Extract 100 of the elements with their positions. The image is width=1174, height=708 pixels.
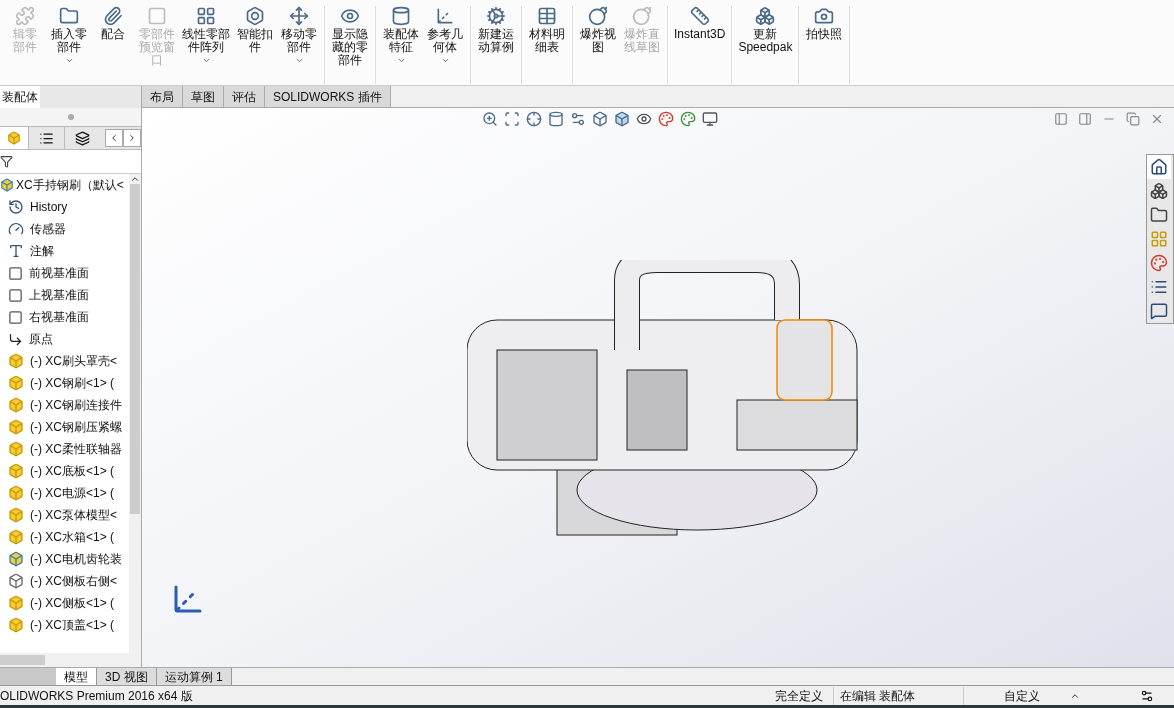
tree-item[interactable]: 右视基准面 <box>29 308 89 326</box>
zoom-to-fit-icon[interactable] <box>482 111 498 127</box>
ribbon-button[interactable]: 拍快照 <box>802 6 847 41</box>
tree-item[interactable]: (-) XC电源<1> ( <box>30 484 114 502</box>
part-icon <box>8 419 24 435</box>
part-icon <box>8 485 24 501</box>
tree-item[interactable]: (-) XC电机齿轮装 <box>30 550 122 568</box>
bomb-icon <box>588 6 608 26</box>
bottom-tab[interactable]: 3D 视图 <box>97 668 157 685</box>
tree-item[interactable]: (-) XC底板<1> ( <box>30 462 114 480</box>
tree-root[interactable]: XC手持钢刷（默认< <box>16 176 124 194</box>
ribbon-button[interactable]: 爆炸视图 <box>576 6 620 54</box>
puzzle-icon <box>15 6 35 26</box>
list-icon <box>39 130 54 146</box>
bottom-tab[interactable]: 模型 <box>56 668 97 685</box>
bomb-icon <box>632 6 652 26</box>
tree-item[interactable]: (-) XC水箱<1> ( <box>30 528 114 546</box>
tree-item[interactable]: (-) XC刷头罩壳< <box>30 352 117 370</box>
part-icon <box>8 617 24 633</box>
paperclip-icon <box>103 6 123 26</box>
assembly-icon <box>8 551 24 567</box>
origin-icon <box>8 331 23 347</box>
restore-icon[interactable] <box>1126 112 1140 126</box>
appearance-icon[interactable] <box>658 111 674 127</box>
boxes-icon <box>755 6 776 26</box>
ribbon-button[interactable]: 插入零部件 <box>47 6 91 65</box>
scene-icon[interactable] <box>680 111 696 127</box>
bottom-tab[interactable]: 运动算例 1 <box>156 668 232 685</box>
display-style-icon[interactable] <box>614 111 630 127</box>
product-name: OLIDWORKS Premium 2016 x64 版 <box>0 687 193 705</box>
ribbon-button[interactable]: 显示隐藏的零部件 <box>328 6 372 67</box>
splitter-handle[interactable] <box>67 114 74 120</box>
sensor-folder-icon <box>8 221 24 237</box>
annotation-folder-icon <box>8 243 24 259</box>
layers-icon <box>75 130 90 146</box>
tree-item[interactable]: (-) XC顶盖<1> ( <box>30 616 114 634</box>
filter-icon[interactable] <box>0 155 13 168</box>
ribbon-button[interactable]: 新建运动算例 <box>474 6 518 54</box>
ribbon-tab[interactable]: 布局 <box>142 86 183 107</box>
tree-item[interactable]: (-) XC泵体模型< <box>30 506 117 524</box>
tree-item[interactable]: (-) XC钢刷连接件 <box>30 396 122 414</box>
tree-item[interactable]: (-) XC柔性联轴器 <box>30 440 122 458</box>
scrollbar[interactable] <box>129 174 141 653</box>
ribbon-tab[interactable]: SOLIDWORKS 插件 <box>265 86 391 107</box>
tree-item[interactable]: 传感器 <box>30 220 66 238</box>
cylinder-icon <box>391 6 411 26</box>
axis-icon <box>435 6 455 26</box>
hidden-part-icon <box>8 573 24 589</box>
part-icon <box>8 375 24 391</box>
tree-item[interactable]: History <box>30 198 68 216</box>
assembly-icon <box>0 178 14 192</box>
arrow-right-icon <box>127 133 137 143</box>
horizontal-scrollbar[interactable] <box>0 653 141 667</box>
tree-item[interactable]: (-) XC侧板<1> ( <box>30 594 114 612</box>
ribbon-button[interactable]: Instant3D <box>671 6 729 41</box>
part-icon <box>8 353 24 369</box>
tree-item[interactable]: (-) XC钢刷压紧螺 <box>30 418 122 436</box>
tree-item[interactable]: (-) XC侧板右侧< <box>30 572 117 590</box>
tree-item[interactable]: 前视基准面 <box>29 264 89 282</box>
units-status[interactable]: 自定义 <box>964 686 1070 705</box>
view-settings-icon[interactable] <box>702 111 718 127</box>
ribbon-tab[interactable]: 草图 <box>183 86 224 107</box>
ribbon-button[interactable]: 装配体特征 <box>379 6 423 65</box>
panel-left-icon[interactable] <box>1054 112 1068 126</box>
camera-icon <box>814 6 835 26</box>
ribbon-button[interactable]: 材料明细表 <box>525 6 569 54</box>
zoom-area-icon[interactable] <box>504 111 520 127</box>
close-icon[interactable] <box>1150 112 1164 126</box>
folder-icon <box>59 6 79 26</box>
plane-icon <box>8 265 23 281</box>
tree-item[interactable]: 注解 <box>30 242 54 260</box>
plane-icon <box>8 287 23 303</box>
ribbon-button[interactable]: 移动零部件 <box>277 6 321 65</box>
tree-item[interactable]: (-) XC钢刷<1> ( <box>30 374 114 392</box>
panel-right-icon[interactable] <box>1078 112 1092 126</box>
eye-icon <box>340 6 360 26</box>
grid-icon <box>196 6 216 26</box>
ribbon-button[interactable]: 配合 <box>91 6 135 41</box>
ribbon-button[interactable]: 智能扣件 <box>233 6 277 54</box>
move-icon <box>289 6 309 26</box>
window-icon <box>147 6 167 26</box>
view-orientation-icon[interactable] <box>592 111 608 127</box>
ribbon-button[interactable]: 更新 Speedpak <box>735 6 796 54</box>
ribbon-button[interactable]: 线性零部件阵列 <box>179 6 233 65</box>
history-folder-icon <box>8 199 24 215</box>
tree-item[interactable]: 上视基准面 <box>29 286 89 304</box>
part-icon <box>8 529 24 545</box>
part-icon <box>8 397 24 413</box>
tree-item[interactable]: 原点 <box>29 330 53 348</box>
editing-status: 在编辑 装配体 <box>834 686 964 705</box>
part-icon <box>8 507 24 523</box>
ribbon-tab[interactable]: 装配体 <box>0 86 40 108</box>
table-icon <box>537 6 557 26</box>
part-icon <box>8 595 24 611</box>
home-icon[interactable] <box>1147 155 1171 179</box>
ribbon-tab[interactable]: 评估 <box>224 86 265 107</box>
scroll-up-icon <box>130 174 140 184</box>
ribbon-button[interactable]: 参考几何体 <box>423 6 467 65</box>
hide-show-icon[interactable] <box>636 111 652 127</box>
definition-status: 完全定义 <box>765 686 834 705</box>
